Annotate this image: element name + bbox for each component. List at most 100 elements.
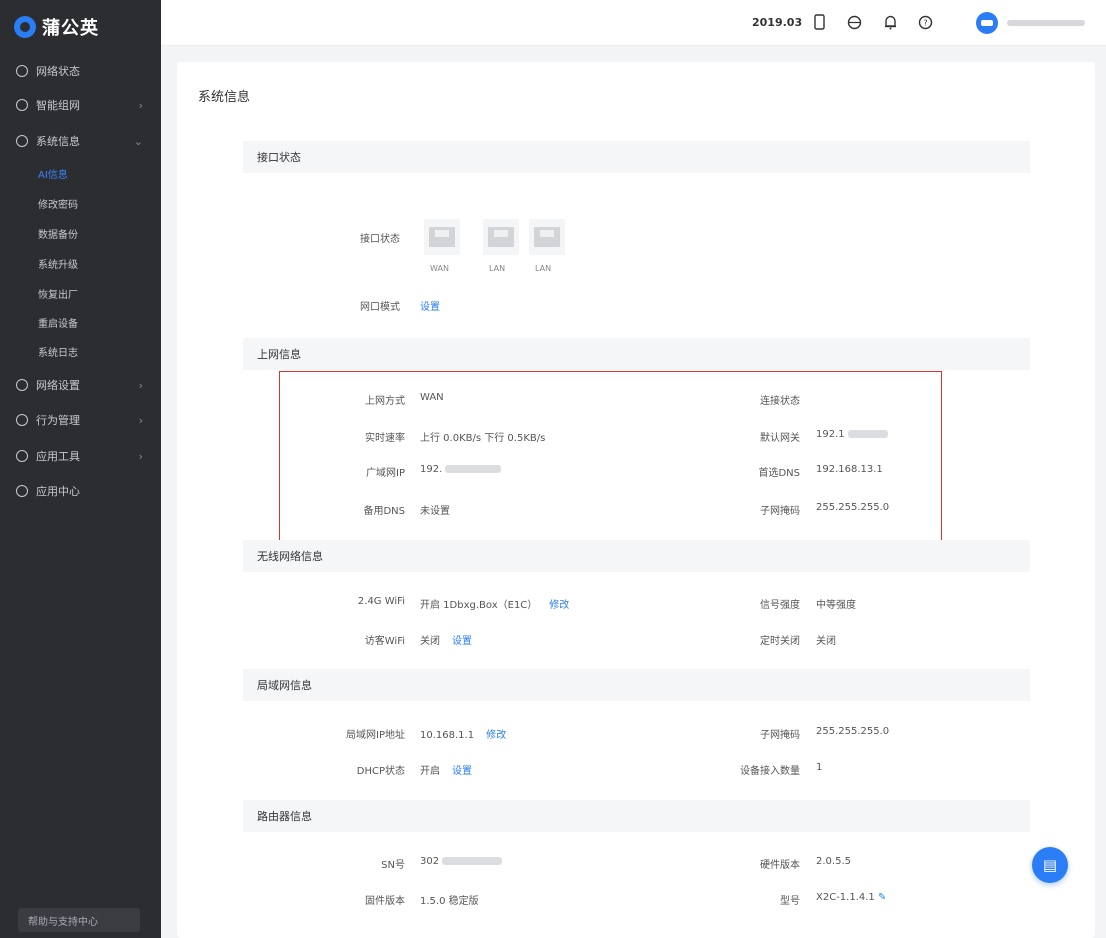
redacted-blur	[442, 857, 503, 865]
svg-text:?: ?	[923, 18, 927, 27]
guest-wifi-label: 访客WiFi	[364, 636, 405, 647]
sidebar-subitem-reset[interactable]: 恢复出厂	[38, 281, 78, 305]
logo-icon	[14, 16, 36, 38]
default-gateway-text: 192.1	[816, 429, 845, 440]
sn-value: 302	[420, 856, 503, 867]
bell-icon[interactable]	[882, 13, 898, 31]
sidebar-item-smart-network[interactable]: 智能组网 ›	[0, 90, 161, 120]
sidebar-subitem-upgrade[interactable]: 系统升级	[38, 251, 78, 275]
hardware-version-label: 硬件版本	[760, 860, 800, 871]
guest-wifi-text: 关闭	[420, 636, 440, 647]
model-label: 型号	[780, 896, 800, 907]
port-mode-link[interactable]: 设置	[420, 298, 440, 313]
realtime-rate-value: 上行 0.0KB/s 下行 0.5KB/s	[420, 433, 546, 444]
section-uplink: 上网信息	[243, 338, 1030, 370]
sidebar-subitem-password[interactable]: 修改密码	[38, 191, 78, 215]
guest-wifi-settings-link[interactable]: 设置	[452, 636, 472, 647]
sn-text: 302	[420, 856, 440, 867]
topbar-text: 2019.03	[752, 16, 803, 29]
logo[interactable]: 蒲公英	[14, 12, 99, 42]
network-icon	[16, 99, 28, 111]
scheduled-off-value: 关闭	[816, 636, 836, 647]
chevron-right-icon: ›	[138, 413, 143, 427]
uplink-method-value: WAN	[420, 392, 444, 403]
sidebar-item-behavior[interactable]: 行为管理 ›	[0, 405, 161, 435]
lan-ip-label: 局域网IP地址	[346, 730, 405, 741]
hardware-version-value: 2.0.5.5	[816, 856, 851, 867]
avatar[interactable]	[976, 12, 998, 34]
lan-port-icon	[529, 219, 565, 255]
primary-dns-label: 首选DNS	[758, 468, 800, 479]
document-icon[interactable]: ▤	[1032, 847, 1068, 883]
shield-icon	[16, 414, 28, 426]
sidebar-item-network-settings[interactable]: 网络设置 ›	[0, 370, 161, 400]
firmware-version-label: 固件版本	[365, 896, 405, 907]
dhcp-status-text: 开启	[420, 766, 440, 777]
wifi-24g-label: 2.4G WiFi	[357, 596, 405, 607]
grid-icon	[16, 379, 28, 391]
model-value: X2C-1.1.4.1 ✎	[816, 892, 886, 903]
port-mode-label: 网口模式	[360, 302, 400, 313]
sidebar-subitem-logs[interactable]: 系统日志	[38, 339, 78, 363]
lan-ip-edit-link[interactable]: 修改	[486, 730, 506, 741]
firmware-version-value: 1.5.0 稳定版	[420, 896, 479, 907]
wifi-24g-value: 开启 1Dbxg.Box（E1C） 修改	[420, 596, 569, 611]
settings-icon	[16, 135, 28, 147]
wan-ip-value: 192.	[420, 464, 502, 475]
port-label: LAN	[489, 264, 506, 273]
sidebar-subitem-ai-info[interactable]: AI信息	[38, 161, 68, 185]
signal-strength-label: 信号强度	[760, 600, 800, 611]
globe-icon	[16, 65, 28, 77]
default-gateway-value: 192.1	[816, 429, 888, 440]
section-lan: 局域网信息	[243, 669, 1030, 701]
username-redacted[interactable]	[1007, 20, 1085, 26]
redacted-blur	[847, 430, 888, 438]
lan-subnet-label: 子网掩码	[760, 730, 800, 741]
section-router: 路由器信息	[243, 800, 1030, 832]
dhcp-settings-link[interactable]: 设置	[452, 766, 472, 777]
sidebar-item-system-info[interactable]: 系统信息 ⌄	[0, 126, 161, 156]
help-icon[interactable]: ?	[917, 13, 933, 31]
globe-icon[interactable]	[846, 13, 862, 31]
wan-ip-text: 192.	[420, 464, 443, 475]
sidebar-subitem-reboot[interactable]: 重启设备	[38, 310, 78, 334]
section-wireless: 无线网络信息	[243, 540, 1030, 572]
sidebar-subitem-backup[interactable]: 数据备份	[38, 221, 78, 245]
wan-ip-label: 广域网IP	[366, 468, 405, 479]
edit-pencil-icon[interactable]: ✎	[878, 892, 886, 903]
device-count-label: 设备接入数量	[740, 766, 800, 777]
apps-icon	[16, 485, 28, 497]
logo-text: 蒲公英	[42, 18, 99, 39]
model-text: X2C-1.1.4.1	[816, 892, 875, 903]
lan-port-icon	[483, 219, 519, 255]
subnet-mask-label: 子网掩码	[760, 506, 800, 517]
phone-icon[interactable]	[811, 13, 827, 31]
sidebar-item-app-center[interactable]: 应用中心	[0, 476, 161, 506]
port-label: WAN	[430, 264, 449, 273]
wifi-24g-text: 开启 1Dbxg.Box（E1C）	[420, 600, 538, 611]
wifi-24g-edit-link[interactable]: 修改	[549, 600, 569, 611]
dhcp-status-label: DHCP状态	[356, 766, 405, 777]
dhcp-status-value: 开启 设置	[420, 762, 472, 777]
chevron-down-icon: ⌄	[133, 134, 143, 148]
port-label: LAN	[535, 264, 552, 273]
default-gateway-label: 默认网关	[760, 433, 800, 444]
help-center-label: 帮助与支持中心	[28, 916, 98, 928]
chevron-right-icon: ›	[138, 98, 143, 112]
sidebar-item-tools[interactable]: 应用工具 ›	[0, 441, 161, 471]
help-center-button[interactable]: 帮助与支持中心	[18, 908, 140, 932]
sn-label: SN号	[381, 860, 405, 871]
tools-icon	[16, 450, 28, 462]
uplink-method-label: 上网方式	[365, 396, 405, 407]
sidebar-item-network-status[interactable]: 网络状态	[0, 56, 161, 86]
port-status-label: 接口状态	[360, 234, 400, 245]
chevron-right-icon: ›	[138, 378, 143, 392]
lan-ip-value: 10.168.1.1 修改	[420, 726, 506, 741]
section-port-status: 接口状态	[243, 141, 1030, 173]
secondary-dns-value: 未设置	[420, 506, 450, 517]
realtime-rate-label: 实时速率	[365, 433, 405, 444]
subnet-mask-value: 255.255.255.0	[816, 502, 890, 513]
lan-ip-text: 10.168.1.1	[420, 730, 475, 741]
connection-status-label: 连接状态	[760, 396, 800, 407]
redacted-blur	[445, 465, 502, 473]
